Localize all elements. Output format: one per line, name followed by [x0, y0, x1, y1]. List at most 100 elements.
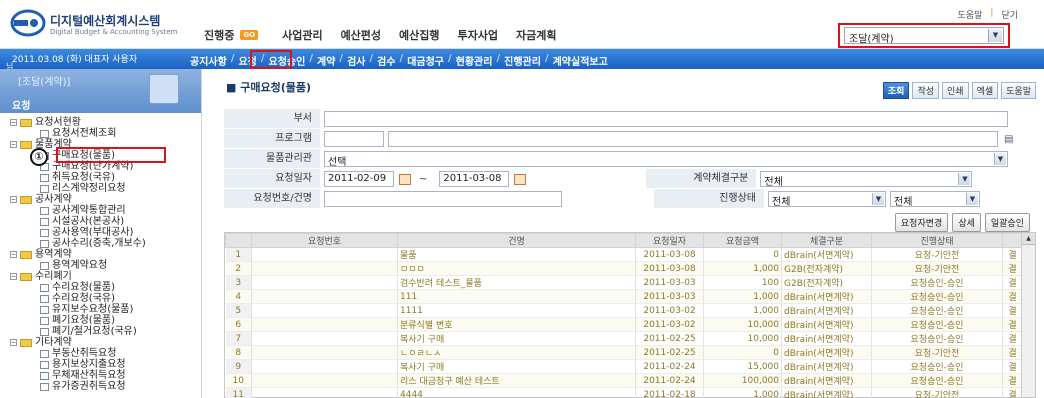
- collapse-icon[interactable]: −: [10, 273, 17, 280]
- divider: /: [309, 53, 313, 64]
- tree-item[interactable]: 유지보수요청(물품): [10, 304, 146, 315]
- menu-investment[interactable]: 투자사업: [458, 27, 516, 43]
- col-header-status[interactable]: 진행상태: [871, 233, 1003, 248]
- tree-label: 공사용역(부대공사): [52, 227, 134, 238]
- dept-field[interactable]: [324, 111, 1008, 127]
- help-link[interactable]: 도움말: [958, 8, 983, 21]
- date-cell: 2011-02-24: [635, 373, 704, 388]
- tree-item[interactable]: 유가증권취득요청: [10, 381, 146, 392]
- document-icon: [40, 382, 49, 391]
- tree-item[interactable]: 수리요청(국유): [10, 293, 146, 304]
- program-name-field[interactable]: [388, 131, 998, 147]
- date-to-field[interactable]: 2011-03-08: [439, 171, 510, 187]
- chevron-down-icon[interactable]: ▼: [966, 193, 978, 205]
- tree-folder[interactable]: − 요청서현황: [10, 117, 146, 128]
- table-row[interactable]: 9 복사기 구매 2011-02-24 15,000 dBrain(서면계약) 요청승인-…: [225, 359, 1023, 374]
- table-row[interactable]: 11 4444 2011-02-18 1,000 dBrain(서면계약) 요청-기안전 결: [225, 387, 1023, 398]
- tree-item[interactable]: 폐기요청(물품): [10, 315, 146, 326]
- contract-cell: dBrain(서면계약): [781, 387, 872, 398]
- submenu-inspection[interactable]: 검사: [347, 53, 369, 68]
- collapse-icon[interactable]: −: [10, 251, 17, 258]
- tree-item[interactable]: 취득요청(국유): [10, 172, 146, 183]
- col-header-amount[interactable]: 요청금액: [703, 233, 782, 248]
- tree-item[interactable]: 시설공사(본공사): [10, 216, 146, 227]
- reqno-field[interactable]: [324, 191, 562, 207]
- chevron-down-icon[interactable]: ▼: [994, 153, 1006, 165]
- sidebar-title: 요청: [12, 101, 31, 112]
- write-button[interactable]: 작성: [912, 82, 940, 99]
- col-header-contract[interactable]: 체결구분: [781, 233, 872, 248]
- collapse-icon[interactable]: −: [10, 119, 17, 126]
- lookup-icon[interactable]: ▤: [1004, 134, 1013, 145]
- chevron-down-icon[interactable]: ▼: [872, 193, 884, 205]
- tree-item[interactable]: 용역계약요청: [10, 260, 146, 271]
- detail-button[interactable]: 상세: [952, 213, 981, 232]
- submenu-billing[interactable]: 대금청구: [407, 53, 448, 68]
- search-button[interactable]: 조회: [882, 82, 910, 99]
- submenu-status[interactable]: 현황관리: [456, 53, 497, 68]
- submenu-notice[interactable]: 공지사항: [190, 53, 231, 68]
- tree-folder[interactable]: − 수리폐기: [10, 271, 146, 282]
- table-row[interactable]: 6 분류식별 변호 2011-03-02 10,000 dBrain(서면계약) 요청승인…: [225, 317, 1023, 332]
- close-link[interactable]: 닫기: [1001, 8, 1018, 21]
- tree-item[interactable]: 공사계약통합관리: [10, 205, 146, 216]
- table-row[interactable]: 1 물품 2011-03-08 0 dBrain(서면계약) 요청-기안전 결: [225, 247, 1023, 262]
- table-row[interactable]: 10 리스 대금청구 예산 테스트 2011-02-24 100,000 dBrain(…: [225, 373, 1023, 388]
- tree-item[interactable]: 요청서전체조회: [10, 128, 146, 139]
- status-select-2[interactable]: 전체 ▼: [890, 191, 980, 208]
- collapse-icon[interactable]: −: [10, 339, 17, 346]
- submenu-progress[interactable]: 진행관리: [504, 53, 545, 68]
- vertical-scrollbar[interactable]: ▲: [1021, 233, 1035, 397]
- process-select[interactable]: 조달(계약) ▼: [844, 27, 1004, 45]
- date-from-field[interactable]: 2011-02-09: [324, 171, 394, 187]
- menu-business[interactable]: 사업관리: [282, 27, 340, 43]
- table-row[interactable]: 3 검수반려 테스트_물품 2011-03-03 100 G2B(전자계약) 요청승인-승…: [225, 275, 1023, 290]
- menu-in-progress[interactable]: 진행중: [204, 27, 240, 43]
- tree-folder[interactable]: − 용역계약: [10, 249, 146, 260]
- collapse-icon[interactable]: −: [10, 141, 17, 148]
- menu-funds[interactable]: 자금계획: [516, 27, 574, 43]
- program-code-field[interactable]: [324, 131, 384, 147]
- col-header-reqno[interactable]: 요청번호: [251, 233, 398, 248]
- chevron-down-icon[interactable]: ▼: [988, 29, 1002, 42]
- collapse-icon[interactable]: −: [10, 196, 17, 203]
- change-requester-button[interactable]: 요청자변경: [894, 213, 949, 232]
- submenu-contract[interactable]: 계약: [317, 53, 339, 68]
- tree-item[interactable]: 부동산취득요청: [10, 348, 146, 359]
- excel-button[interactable]: 엑셀: [971, 82, 999, 99]
- tree-folder[interactable]: − 물품계약: [10, 139, 146, 150]
- tree-folder[interactable]: − 기타계약: [10, 337, 146, 348]
- tree-item[interactable]: 폐기/철거요청(국유): [10, 326, 146, 337]
- print-button[interactable]: 인쇄: [942, 82, 969, 99]
- contract-select[interactable]: 전체 ▼: [760, 171, 973, 188]
- calendar-icon[interactable]: [399, 173, 411, 185]
- tree-item[interactable]: 수리요청(물품): [10, 282, 146, 293]
- tree-item[interactable]: 무체재산취득요청: [10, 370, 146, 381]
- status-select-1[interactable]: 전체 ▼: [768, 191, 886, 208]
- tree-item[interactable]: 구매요청(단가계약): [10, 161, 146, 172]
- submenu-acceptance[interactable]: 검수: [377, 53, 399, 68]
- tree-folder[interactable]: − 공사계약: [10, 194, 146, 205]
- table-row[interactable]: 5 1111 2011-03-02 1,000 dBrain(서면계약) 요청승인-승인 결: [225, 303, 1023, 318]
- table-row[interactable]: 8 ㄴㅇㄹㄴㅅ 2011-02-25 0 dBrain(서면계약) 요청-기안전 결: [225, 345, 1023, 360]
- table-row[interactable]: 4 111 2011-03-03 1,000 dBrain(서면계약) 요청승인-승인 결: [225, 289, 1023, 304]
- tree-item[interactable]: 리스계약정리요청: [10, 183, 146, 194]
- col-header-subject[interactable]: 건명: [397, 233, 636, 248]
- menu-budget[interactable]: 예산편성: [341, 27, 399, 43]
- table-row[interactable]: 2 ㅁㅁㅁ 2011-03-08 1,000 G2B(전자계약) 요청-기안전 결: [225, 261, 1023, 276]
- col-header-date[interactable]: 요청일자: [635, 233, 704, 248]
- submenu-approval[interactable]: 요청승인: [269, 53, 310, 68]
- menu-execution[interactable]: 예산집행: [399, 27, 457, 43]
- tree-item[interactable]: 공사수리(증축,개보수): [10, 238, 146, 249]
- submenu-request[interactable]: 요청: [238, 53, 260, 68]
- bulk-approve-button[interactable]: 일괄승인: [984, 213, 1030, 232]
- tree-item[interactable]: 용지보상지출요청: [10, 359, 146, 370]
- help-button[interactable]: 도움말: [1001, 82, 1036, 99]
- tree-item[interactable]: 공사용역(부대공사): [10, 227, 146, 238]
- goods-select[interactable]: 선택 ▼: [324, 151, 1008, 168]
- calendar-icon[interactable]: [514, 173, 527, 185]
- chevron-down-icon[interactable]: ▼: [958, 173, 971, 185]
- submenu-report[interactable]: 계약실적보고: [553, 53, 612, 68]
- table-row[interactable]: 7 복사기 구매 2011-02-25 10,000 dBrain(서면계약) 요청승인-…: [225, 331, 1023, 346]
- scroll-up-icon[interactable]: ▲: [1022, 233, 1035, 245]
